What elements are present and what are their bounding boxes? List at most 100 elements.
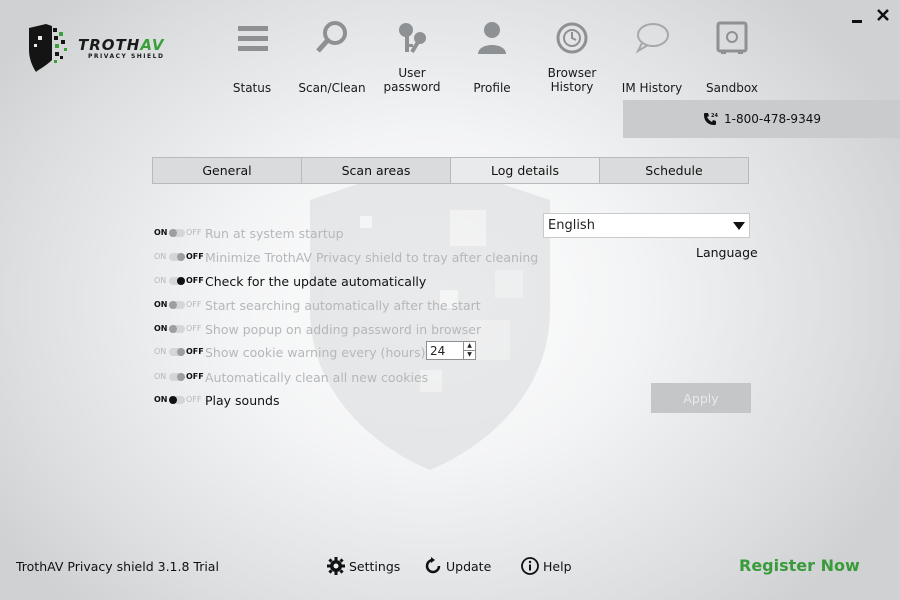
toggle-on-label: ON (154, 395, 168, 404)
stepper-down-icon[interactable]: ▼ (464, 351, 475, 359)
tab-scan-areas[interactable]: Scan areas (302, 158, 451, 183)
nav-scan-clean[interactable]: Scan/Clean (290, 14, 374, 98)
keys-icon (399, 23, 426, 54)
option-toggle[interactable]: ON OFF (154, 251, 204, 263)
update-link[interactable]: Update (423, 556, 491, 576)
option-toggle[interactable]: ON OFF (154, 371, 204, 383)
toggle-on-label: ON (154, 276, 167, 285)
cookie-hours-value[interactable]: 24 (427, 344, 463, 358)
option-label: Run at system startup (205, 225, 344, 241)
toggle-off-label: OFF (186, 395, 202, 404)
history-icon (556, 22, 588, 54)
nav-user-password[interactable]: User password (370, 14, 454, 98)
minimize-button[interactable] (852, 8, 862, 27)
option-row: ON OFF Automatically clean all new cookies (154, 368, 428, 386)
safe-icon (716, 21, 748, 54)
option-label: Play sounds (205, 392, 280, 408)
help-link[interactable]: Help (520, 556, 572, 576)
logo-title: TROTHAV (78, 36, 165, 54)
gear-icon (327, 557, 345, 575)
logo-tagline: PRIVACY SHIELD (88, 53, 165, 60)
nav-sandbox[interactable]: Sandbox (690, 14, 774, 98)
toggle-on-label: ON (154, 252, 167, 261)
phone-24h-icon: 24 (704, 113, 718, 125)
option-toggle[interactable]: ON OFF (154, 299, 202, 311)
option-label: Minimize TrothAV Privacy shield to tray … (205, 249, 539, 265)
settings-link-label: Settings (349, 558, 401, 574)
option-toggle[interactable]: ON OFF (154, 275, 204, 287)
nav-profile[interactable]: Profile (450, 14, 534, 98)
nav-im-history[interactable]: IM History (610, 14, 694, 98)
app-logo: TROTHAV PRIVACY SHIELD (26, 22, 186, 74)
option-row: ON OFF Play sounds (154, 391, 280, 409)
magnifier-icon (316, 21, 347, 53)
phone-number: 1-800-478-9349 (724, 112, 821, 126)
nav-profile-label: Profile (473, 81, 511, 95)
nav-im-history-label: IM History (621, 81, 683, 95)
option-label: Automatically clean all new cookies (205, 369, 429, 385)
settings-link[interactable]: Settings (326, 556, 400, 576)
stepper-up-icon[interactable]: ▲ (464, 342, 475, 351)
option-toggle[interactable]: ON OFF (154, 346, 204, 358)
nav-scan-clean-label: Scan/Clean (298, 81, 366, 95)
toggle-off-label: OFF (186, 300, 202, 309)
cookie-hours-stepper[interactable]: 24 ▲ ▼ (426, 341, 476, 360)
toggle-knob (169, 325, 177, 333)
toggle-off-label: OFF (186, 372, 204, 381)
svg-text:24: 24 (711, 113, 718, 119)
language-label: Language (696, 245, 758, 260)
toggle-off-label: OFF (186, 347, 204, 356)
support-phone: 24 1-800-478-9349 (623, 100, 900, 138)
close-button[interactable] (876, 7, 890, 26)
language-select[interactable]: English (543, 213, 750, 238)
tab-schedule[interactable]: Schedule (600, 158, 748, 183)
toggle-on-label: ON (154, 300, 168, 309)
tab-general[interactable]: General (153, 158, 302, 183)
option-label: Start searching automatically after the … (205, 297, 481, 313)
option-toggle[interactable]: ON OFF (154, 323, 202, 335)
version-text: TrothAV Privacy shield 3.1.8 Trial (16, 559, 219, 574)
option-toggle[interactable]: ON OFF (154, 394, 202, 406)
toggle-on-label: ON (154, 324, 168, 333)
apply-button[interactable]: Apply (651, 383, 751, 413)
toggle-off-label: OFF (186, 252, 204, 261)
option-label: Check for the update automatically (205, 273, 427, 289)
dropdown-arrow-icon (733, 221, 745, 230)
nav-status-label: Status (232, 81, 272, 95)
toggle-knob (169, 229, 177, 237)
nav-user-password-label: User password (383, 66, 441, 94)
toggle-knob (177, 253, 185, 261)
user-icon (478, 22, 506, 54)
register-now-button[interactable]: Register Now (739, 556, 860, 575)
option-row: ON OFF Run at system startup (154, 224, 344, 242)
nav-browser-history[interactable]: Browser History (530, 14, 614, 98)
option-label: Show popup on adding password in browser (205, 321, 482, 337)
toggle-knob (169, 301, 177, 309)
toggle-knob (177, 373, 185, 381)
toggle-on-label: ON (154, 372, 167, 381)
option-row: ON OFF Start searching automatically after… (154, 296, 481, 314)
toggle-off-label: OFF (186, 324, 202, 333)
toggle-on-label: ON (154, 228, 168, 237)
option-row: ON OFF Check for the update automatically (154, 272, 426, 290)
toggle-knob (169, 396, 177, 404)
nav-sandbox-label: Sandbox (706, 81, 758, 95)
toggle-off-label: OFF (186, 228, 202, 237)
list-icon (238, 26, 268, 51)
nav-status[interactable]: Status (210, 14, 294, 98)
toggle-on-label: ON (154, 347, 167, 356)
option-row: ON OFF Show cookie warning every (hours): (154, 343, 430, 361)
nav-browser-history-label: Browser History (547, 66, 597, 94)
refresh-icon (425, 557, 441, 574)
settings-tabs: General Scan areas Log details Schedule (152, 157, 749, 184)
minimize-icon (852, 20, 862, 23)
tab-log-details[interactable]: Log details (451, 158, 600, 183)
toggle-knob (177, 277, 185, 285)
help-link-label: Help (543, 558, 572, 574)
toggle-off-label: OFF (186, 276, 204, 285)
option-toggle[interactable]: ON OFF (154, 227, 202, 239)
toggle-knob (177, 348, 185, 356)
option-label: Show cookie warning every (hours): (205, 344, 430, 360)
shield-watermark (310, 160, 550, 470)
chat-bubble-icon (635, 23, 669, 54)
